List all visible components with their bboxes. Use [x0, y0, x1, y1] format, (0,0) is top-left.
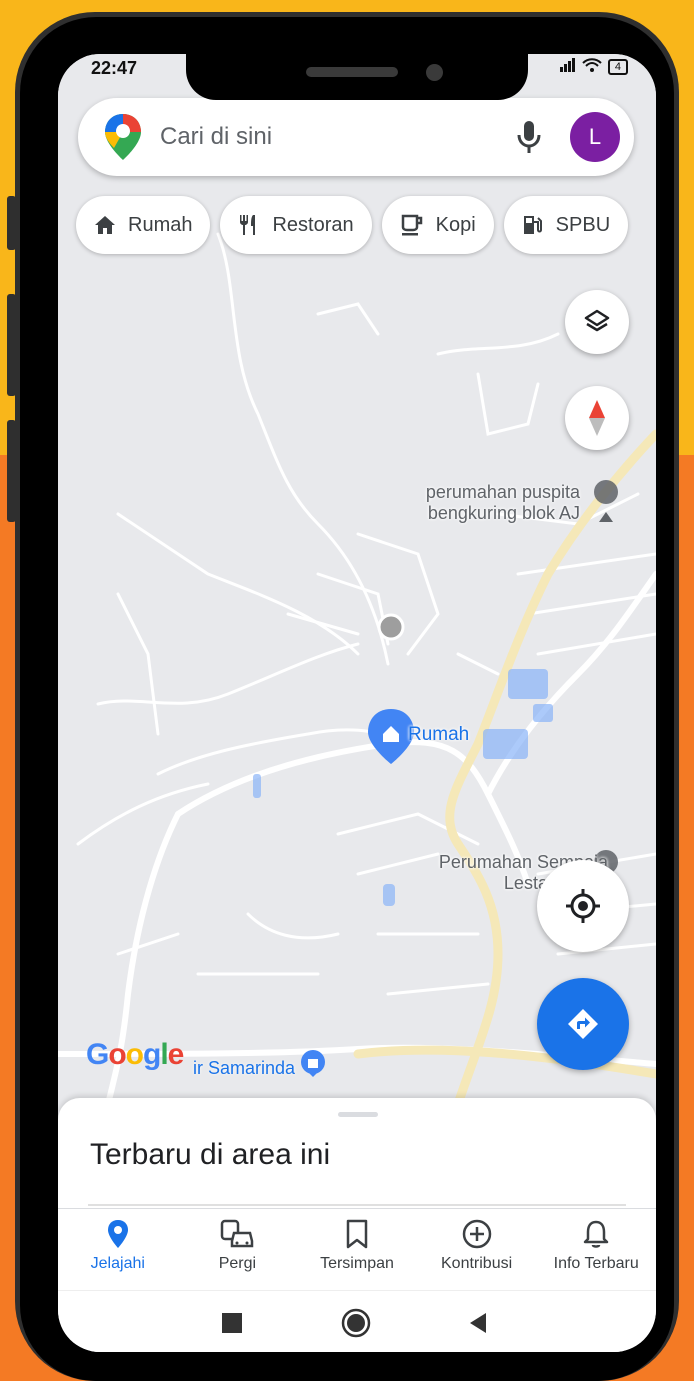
google-letter: e: [167, 1038, 185, 1071]
nav-kontribusi[interactable]: Kontribusi: [417, 1209, 537, 1291]
google-letter: G: [86, 1038, 109, 1071]
google-letter: o: [125, 1038, 144, 1071]
recents-icon[interactable]: [222, 1313, 242, 1333]
chip-label: Restoran: [272, 213, 354, 236]
speaker: [306, 67, 398, 77]
layers-button[interactable]: [565, 290, 629, 354]
divider: [88, 1204, 626, 1206]
place-label[interactable]: perumahan puspita bengkuring blok AJ: [426, 482, 580, 524]
search-bar[interactable]: Cari di sini L: [78, 98, 634, 176]
compass-button[interactable]: [565, 386, 629, 450]
home-icon: [95, 216, 115, 234]
nav-label: Pergi: [218, 1255, 257, 1272]
nav-label: Tersimpan: [320, 1255, 394, 1272]
directions-button[interactable]: [537, 978, 629, 1070]
notch: [186, 54, 528, 100]
bottom-place-text: ir Samarinda: [193, 1057, 296, 1078]
status-time: 22:47: [91, 58, 138, 78]
chip-spbu[interactable]: SPBU: [503, 196, 629, 254]
restaurant-icon: [240, 215, 256, 235]
layers-icon: [584, 309, 610, 332]
shopping-bag-icon: [301, 1050, 326, 1077]
battery-icon: 4: [607, 58, 628, 75]
gas-station-icon: [523, 216, 542, 234]
nav-tersimpan[interactable]: Tersimpan: [297, 1209, 417, 1291]
category-chips: Rumah Restoran Kopi SPBU: [76, 196, 629, 254]
front-camera: [426, 64, 443, 81]
signal-icon: [559, 58, 576, 75]
maps-logo-icon: [105, 114, 141, 160]
bell-icon: [583, 1220, 609, 1248]
google-letter: l: [160, 1038, 168, 1071]
nav-label: Kontribusi: [441, 1255, 513, 1272]
system-navigation-bar: [58, 1290, 656, 1352]
place-label-line: bengkuring blok AJ: [427, 503, 580, 523]
compass-icon: [589, 400, 605, 436]
chip-label: Rumah: [128, 213, 193, 236]
wifi-icon: [582, 58, 602, 75]
google-letter: g: [143, 1038, 161, 1071]
screen: 22:47 4 Cari di sini L Rumah Restoran Ko…: [58, 54, 656, 1352]
bookmark-icon: [346, 1219, 368, 1249]
chip-label: SPBU: [555, 213, 611, 236]
back-icon[interactable]: [468, 1313, 488, 1333]
chip-kopi[interactable]: Kopi: [381, 196, 494, 254]
nav-info-terbaru[interactable]: Info Terbaru: [536, 1209, 656, 1291]
nav-label: Info Terbaru: [553, 1255, 639, 1272]
add-circle-icon: [462, 1219, 491, 1249]
sheet-handle[interactable]: [338, 1112, 378, 1117]
battery-level: 4: [607, 58, 628, 75]
nav-pergi[interactable]: Pergi: [178, 1209, 298, 1291]
coffee-icon: [401, 214, 422, 236]
commute-icon: [221, 1219, 254, 1248]
chip-label: Kopi: [435, 213, 476, 236]
my-location-icon: [566, 889, 600, 923]
status-icons: 4: [559, 58, 628, 75]
home-button-icon[interactable]: [341, 1308, 371, 1338]
nav-label: Jelajahi: [90, 1255, 145, 1272]
chip-restoran[interactable]: Restoran: [220, 196, 372, 254]
my-location-button[interactable]: [537, 860, 629, 952]
microphone-icon[interactable]: [514, 119, 544, 155]
home-marker-label[interactable]: Rumah: [408, 724, 469, 746]
directions-icon: [568, 1009, 598, 1039]
avatar[interactable]: L: [570, 112, 620, 162]
search-input[interactable]: Cari di sini: [160, 123, 514, 151]
google-letter: o: [108, 1038, 126, 1071]
bottom-sheet[interactable]: Terbaru di area ini: [58, 1098, 656, 1218]
explore-pin-icon: [107, 1220, 128, 1248]
sheet-title: Terbaru di area ini: [90, 1138, 331, 1171]
nav-jelajahi[interactable]: Jelajahi: [58, 1209, 178, 1291]
google-logo: Google: [86, 1038, 185, 1072]
chip-rumah[interactable]: Rumah: [76, 196, 211, 254]
place-label-line: perumahan puspita: [425, 482, 580, 502]
bottom-place-label[interactable]: ir Samarinda: [193, 1049, 326, 1089]
bottom-navigation: Jelajahi Pergi Tersimpan Kontribusi Info…: [58, 1208, 656, 1291]
